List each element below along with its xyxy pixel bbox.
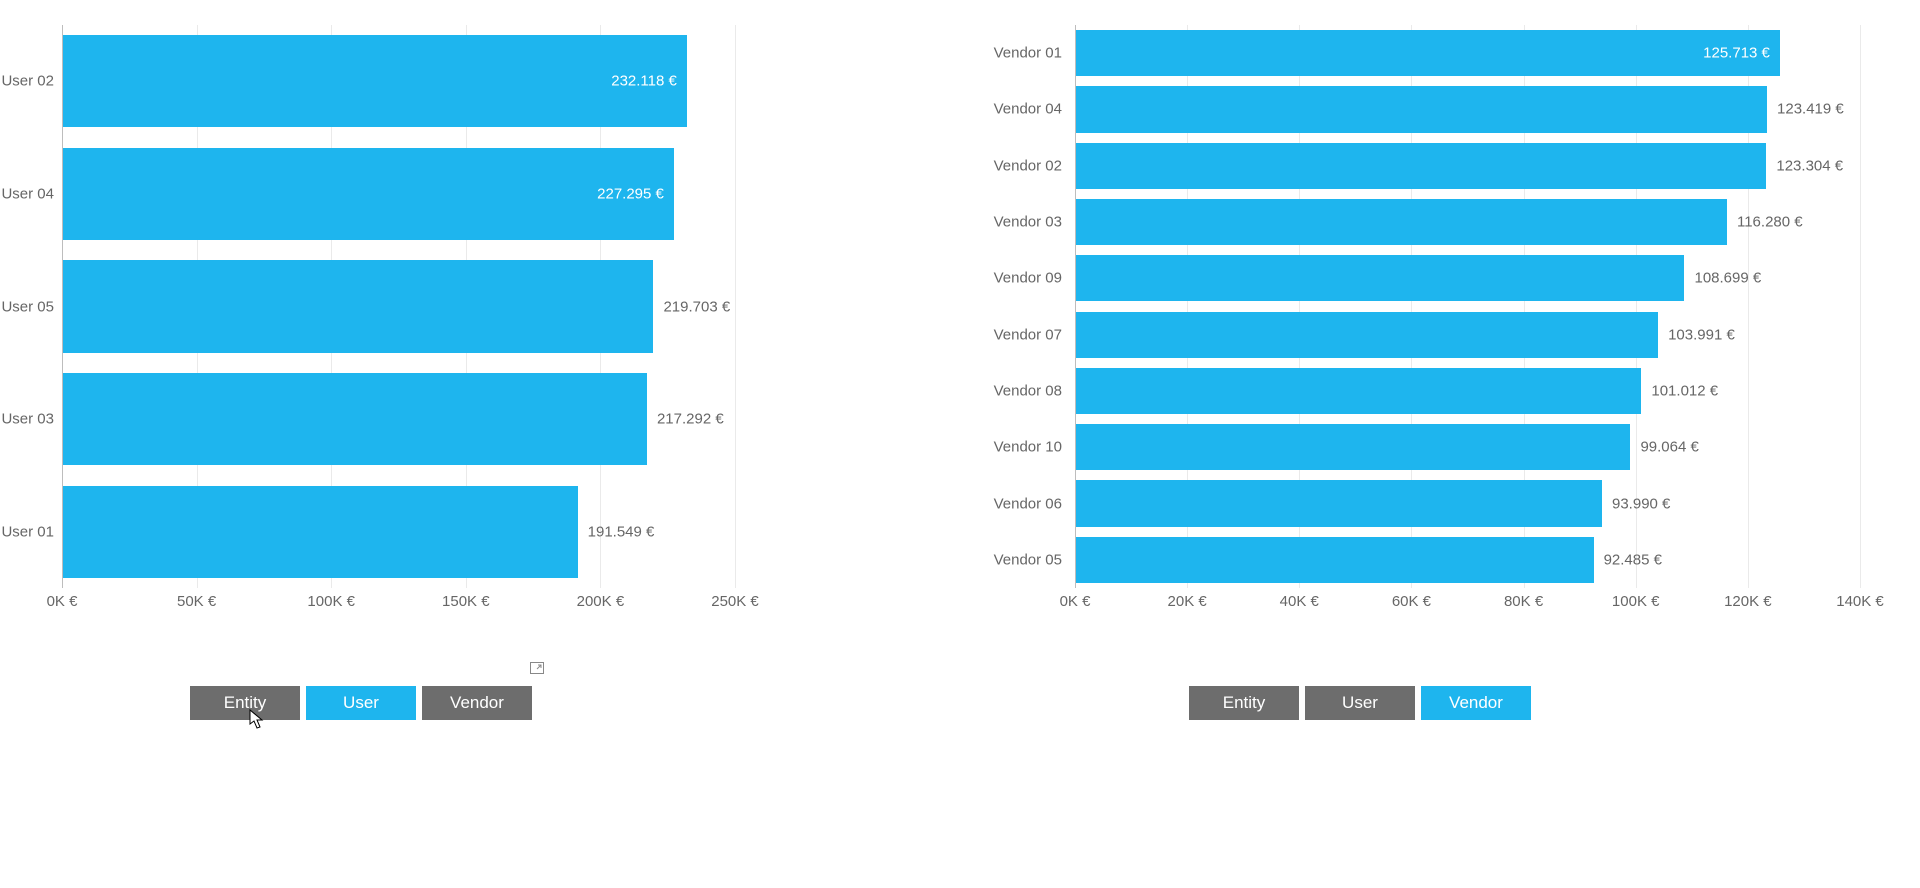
category-label: User 01 xyxy=(1,523,54,540)
entity-button[interactable]: Entity xyxy=(190,686,300,720)
entity-button[interactable]: Entity xyxy=(1189,686,1299,720)
value-label: 101.012 € xyxy=(1651,382,1718,399)
value-label: 92.485 € xyxy=(1604,551,1662,568)
category-label: Vendor 04 xyxy=(994,101,1062,118)
x-tick-label: 140K € xyxy=(1836,593,1884,610)
vendor-button[interactable]: Vendor xyxy=(422,686,532,720)
category-label: Vendor 07 xyxy=(994,326,1062,343)
bar[interactable] xyxy=(1076,30,1780,76)
bar[interactable] xyxy=(1076,199,1727,245)
user-panel-button-bar: Entity User Vendor xyxy=(190,686,532,720)
value-label: 232.118 € xyxy=(611,73,677,90)
user-button-label: User xyxy=(343,693,379,712)
value-label: 103.991 € xyxy=(1668,326,1735,343)
value-label: 116.280 € xyxy=(1737,214,1803,231)
value-label: 191.549 € xyxy=(588,523,655,540)
x-tick-label: 200K € xyxy=(577,593,625,610)
gridline xyxy=(735,25,736,588)
category-label: User 04 xyxy=(1,185,54,202)
category-label: User 02 xyxy=(1,73,54,90)
value-label: 99.064 € xyxy=(1640,439,1698,456)
user-chart-plot[interactable]: 232.118 € 227.295 € 219.703 € 217.292 € 191.… xyxy=(62,25,735,588)
category-label: User 05 xyxy=(1,298,54,315)
bar[interactable] xyxy=(1076,143,1766,189)
user-chart-ylabels: User 02 User 04 User 05 User 03 User 01 xyxy=(0,25,62,588)
value-label: 125.713 € xyxy=(1703,45,1770,62)
x-tick-label: 60K € xyxy=(1392,593,1431,610)
bar[interactable] xyxy=(1076,537,1594,583)
focus-mode-icon[interactable] xyxy=(530,662,544,674)
value-label: 217.292 € xyxy=(657,411,724,428)
bar[interactable] xyxy=(63,486,578,578)
value-label: 93.990 € xyxy=(1612,495,1670,512)
bar[interactable] xyxy=(1076,86,1767,132)
category-label: Vendor 08 xyxy=(994,382,1062,399)
value-label: 227.295 € xyxy=(597,185,664,202)
bar[interactable] xyxy=(1076,480,1602,526)
x-tick-label: 120K € xyxy=(1724,593,1772,610)
vendor-button-label: Vendor xyxy=(1449,693,1503,712)
bar[interactable] xyxy=(63,260,653,352)
user-chart-panel: User 02 User 04 User 05 User 03 User 01 232.… xyxy=(0,0,960,888)
x-tick-label: 20K € xyxy=(1168,593,1207,610)
value-label: 123.419 € xyxy=(1777,101,1844,118)
x-tick-label: 50K € xyxy=(177,593,216,610)
x-tick-label: 250K € xyxy=(711,593,759,610)
bar[interactable] xyxy=(63,148,674,240)
vendor-button[interactable]: Vendor xyxy=(1421,686,1531,720)
bar[interactable] xyxy=(1076,424,1630,470)
entity-button-label: Entity xyxy=(224,693,267,712)
category-label: User 03 xyxy=(1,411,54,428)
bar[interactable] xyxy=(63,373,647,465)
x-tick-label: 100K € xyxy=(1612,593,1660,610)
bar[interactable] xyxy=(1076,368,1641,414)
category-label: Vendor 06 xyxy=(994,495,1062,512)
vendor-button-label: Vendor xyxy=(450,693,504,712)
category-label: Vendor 02 xyxy=(994,157,1062,174)
category-label: Vendor 09 xyxy=(994,270,1062,287)
value-label: 108.699 € xyxy=(1694,270,1761,287)
gridline xyxy=(1860,25,1861,588)
x-tick-label: 150K € xyxy=(442,593,490,610)
bar[interactable] xyxy=(63,35,687,127)
user-button[interactable]: User xyxy=(1305,686,1415,720)
entity-button-label: Entity xyxy=(1223,693,1266,712)
vendor-chart-plot[interactable]: 125.713 € 123.419 € 123.304 € 116.280 € 108.… xyxy=(1075,25,1860,588)
category-label: Vendor 01 xyxy=(994,45,1062,62)
category-label: Vendor 05 xyxy=(994,551,1062,568)
x-tick-label: 80K € xyxy=(1504,593,1543,610)
user-chart-xaxis: 0K €50K €100K €150K €200K €250K € xyxy=(62,593,735,623)
x-tick-label: 100K € xyxy=(307,593,355,610)
category-label: Vendor 10 xyxy=(994,439,1062,456)
dashboard: User 02 User 04 User 05 User 03 User 01 232.… xyxy=(0,0,1920,888)
category-label: Vendor 03 xyxy=(994,214,1062,231)
value-label: 219.703 € xyxy=(663,298,730,315)
bar[interactable] xyxy=(1076,255,1684,301)
user-button-label: User xyxy=(1342,693,1378,712)
bar[interactable] xyxy=(1076,312,1658,358)
user-button[interactable]: User xyxy=(306,686,416,720)
x-tick-label: 0K € xyxy=(47,593,78,610)
x-tick-label: 0K € xyxy=(1060,593,1091,610)
vendor-chart-xaxis: 0K €20K €40K €60K €80K €100K €120K €140K… xyxy=(1075,593,1860,623)
vendor-chart-panel: Vendor 01 Vendor 04 Vendor 02 Vendor 03 Vend… xyxy=(960,0,1920,888)
value-label: 123.304 € xyxy=(1776,157,1843,174)
vendor-panel-button-bar: Entity User Vendor xyxy=(1189,686,1531,720)
vendor-chart-ylabels: Vendor 01 Vendor 04 Vendor 02 Vendor 03 Vend… xyxy=(960,25,1070,588)
x-tick-label: 40K € xyxy=(1280,593,1319,610)
